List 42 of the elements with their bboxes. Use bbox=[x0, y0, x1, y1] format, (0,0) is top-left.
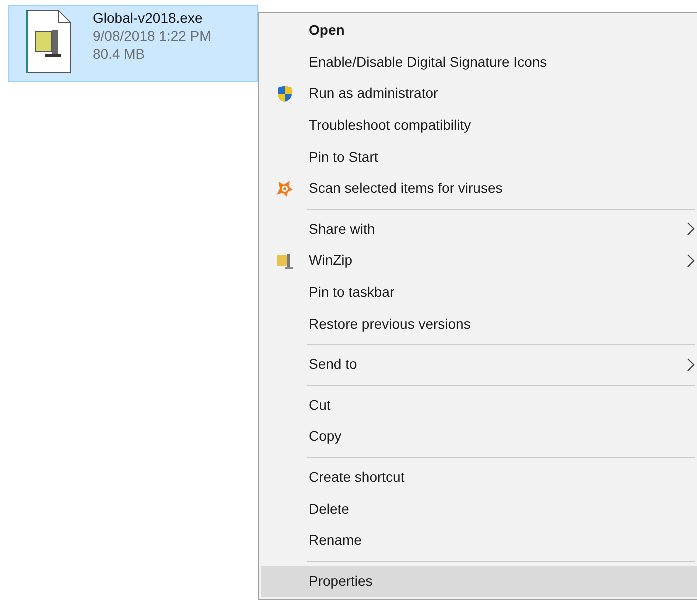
menu-item[interactable]: Scan selected items for viruses bbox=[261, 172, 697, 205]
menu-item[interactable]: Send to bbox=[261, 348, 697, 381]
file-name: Global-v2018.exe bbox=[93, 9, 204, 27]
menu-item[interactable]: Properties bbox=[261, 566, 697, 598]
menu-label: Properties bbox=[309, 572, 374, 591]
menu-item[interactable]: Restore previous versions bbox=[261, 308, 697, 340]
menu-label: Pin to taskbar bbox=[309, 283, 396, 302]
menu-label: Scan selected items for viruses bbox=[309, 179, 504, 198]
splat-icon bbox=[276, 180, 294, 198]
file-icon bbox=[25, 10, 73, 74]
menu-label: Pin to Start bbox=[309, 148, 380, 167]
menu-item[interactable]: Share with bbox=[261, 214, 697, 246]
file-date: 9/08/2018 1:22 PM bbox=[93, 27, 212, 45]
menu-item[interactable]: Create shortcut bbox=[261, 462, 697, 494]
menu-label: Copy bbox=[309, 427, 343, 446]
menu-item[interactable]: Run as administrator bbox=[261, 78, 697, 110]
menu-label: Restore previous versions bbox=[309, 314, 472, 334]
menu-item[interactable]: Open bbox=[261, 15, 697, 47]
menu-label: Cut bbox=[309, 396, 332, 415]
archive-icon bbox=[276, 252, 294, 270]
menu-label: Troubleshoot compatibility bbox=[309, 116, 472, 136]
shield-icon bbox=[277, 84, 293, 103]
menu-item[interactable]: Copy bbox=[261, 421, 697, 453]
menu-label: Open bbox=[309, 21, 346, 40]
menu-label: Delete bbox=[309, 500, 350, 519]
menu-label: Run as administrator bbox=[309, 84, 440, 104]
menu-item[interactable]: Troubleshoot compatibility bbox=[261, 110, 697, 142]
menu-item[interactable]: Pin to Start bbox=[261, 141, 697, 173]
menu-item[interactable]: Cut bbox=[261, 390, 697, 422]
menu-label: Share with bbox=[309, 220, 376, 239]
menu-item[interactable]: Enable/Disable Digital Signature Icons bbox=[261, 46, 697, 78]
menu-item[interactable]: WinZip bbox=[261, 245, 697, 277]
menu-item[interactable]: Pin to taskbar bbox=[261, 276, 697, 308]
menu-label: WinZip bbox=[309, 251, 354, 270]
menu-label: Enable/Disable Digital Signature Icons bbox=[309, 52, 548, 72]
file-tile[interactable]: Global-v2018.exe 9/08/2018 1:22 PM 80.4 MB bbox=[8, 5, 258, 82]
menu-label: Send to bbox=[309, 355, 358, 374]
menu-item[interactable]: Rename bbox=[261, 524, 697, 556]
menu-label: Rename bbox=[309, 531, 363, 550]
file-size: 80.4 MB bbox=[93, 45, 146, 63]
menu-label: Create shortcut bbox=[309, 468, 406, 488]
menu-item[interactable]: Delete bbox=[261, 493, 697, 525]
